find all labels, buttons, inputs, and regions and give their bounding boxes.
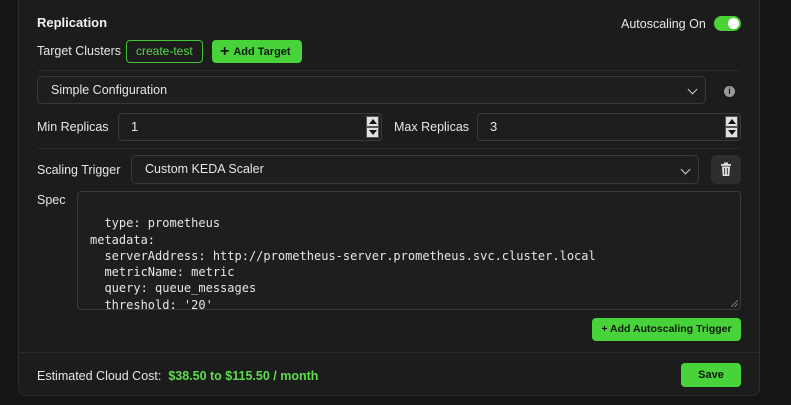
configuration-select-value: Simple Configuration: [51, 83, 168, 97]
trash-icon: [721, 162, 731, 176]
autoscaling-toggle[interactable]: [714, 16, 741, 31]
resize-handle-icon[interactable]: [730, 299, 738, 307]
spec-editor[interactable]: type: prometheus metadata: serverAddress…: [77, 191, 741, 312]
stepper-down-icon[interactable]: [366, 127, 379, 138]
stepper-up-icon[interactable]: [366, 116, 379, 127]
max-replicas-input[interactable]: 3: [477, 113, 741, 141]
divider: [37, 70, 741, 71]
plus-icon: +: [220, 43, 230, 60]
cost-value: $38.50 to $115.50 / month: [168, 369, 319, 383]
configuration-select[interactable]: Simple Configuration: [37, 76, 706, 104]
add-autoscaling-trigger-button[interactable]: + Add Autoscaling Trigger: [592, 318, 741, 341]
add-target-label: Add Target: [233, 46, 291, 58]
delete-trigger-button[interactable]: [711, 155, 741, 184]
target-clusters-label: Target Clusters: [37, 44, 122, 58]
min-replicas-stepper[interactable]: [366, 116, 379, 138]
scaling-trigger-select[interactable]: Custom KEDA Scaler: [131, 155, 699, 184]
estimated-cost: Estimated Cloud Cost: $38.50 to $115.50 …: [37, 369, 318, 383]
stepper-down-icon[interactable]: [725, 127, 738, 138]
min-replicas-input[interactable]: 1: [118, 113, 382, 141]
min-replicas-value: 1: [131, 119, 139, 134]
max-replicas-stepper[interactable]: [725, 116, 738, 138]
chevron-down-icon: [680, 164, 691, 175]
min-replicas-label: Min Replicas: [37, 120, 109, 134]
toggle-knob: [728, 18, 739, 29]
save-button[interactable]: Save: [681, 363, 741, 387]
stepper-up-icon[interactable]: [725, 116, 738, 127]
section-title: Replication: [37, 15, 108, 30]
info-icon[interactable]: i: [724, 86, 735, 97]
scaling-trigger-label: Scaling Trigger: [37, 163, 121, 177]
cost-label: Estimated Cloud Cost:: [37, 369, 162, 383]
max-replicas-label: Max Replicas: [394, 120, 470, 134]
footer-divider: [19, 352, 759, 353]
scaling-trigger-value: Custom KEDA Scaler: [145, 162, 264, 176]
spec-text: type: prometheus metadata: serverAddress…: [90, 216, 596, 312]
divider: [37, 148, 741, 149]
chevron-down-icon: [687, 84, 698, 95]
spec-label: Spec: [37, 193, 66, 207]
cluster-chip[interactable]: create-test: [126, 40, 203, 63]
add-target-button[interactable]: + Add Target: [212, 40, 302, 63]
max-replicas-value: 3: [490, 119, 498, 134]
autoscaling-label: Autoscaling On: [621, 17, 706, 31]
